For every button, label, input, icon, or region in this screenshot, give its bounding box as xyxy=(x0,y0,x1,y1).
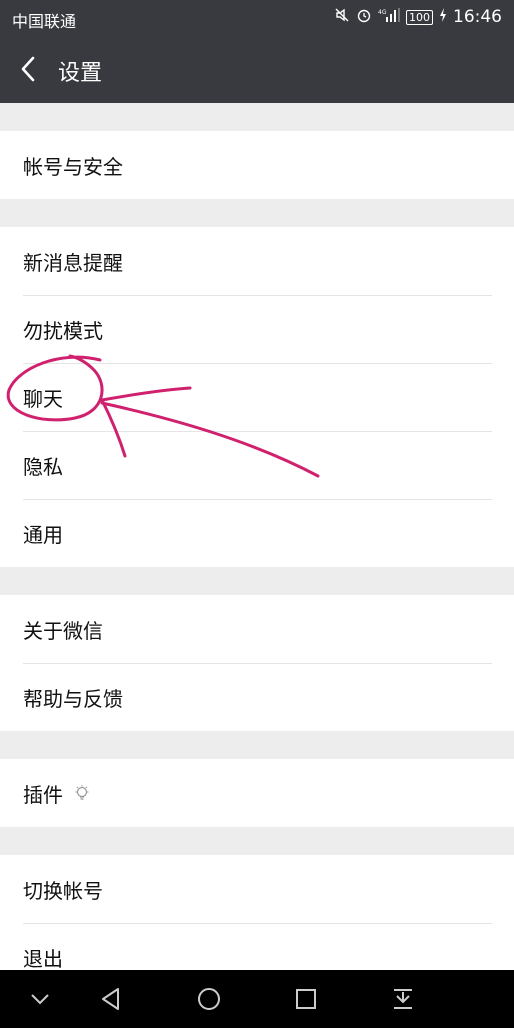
charging-icon xyxy=(439,8,447,26)
settings-group-account: 帐号与安全 xyxy=(0,131,514,199)
settings-item-label: 勿扰模式 xyxy=(23,318,103,343)
settings-group-about: 关于微信 帮助与反馈 xyxy=(0,595,514,731)
settings-item-label: 帮助与反馈 xyxy=(23,686,123,711)
carrier-label: 中国联通 xyxy=(12,12,77,31)
clock: 16:46 xyxy=(453,7,502,27)
settings-item-label: 退出 xyxy=(23,946,63,971)
group-gap xyxy=(0,827,514,855)
settings-item-chats[interactable]: 聊天 xyxy=(0,363,514,431)
settings-item-do-not-disturb[interactable]: 勿扰模式 xyxy=(0,295,514,363)
settings-item-account-security[interactable]: 帐号与安全 xyxy=(0,131,514,199)
settings-item-label: 新消息提醒 xyxy=(23,250,123,275)
home-circle-icon[interactable] xyxy=(194,984,224,1014)
status-icons: 4G 100 16:46 xyxy=(334,7,502,27)
notification-pull-icon[interactable] xyxy=(388,984,418,1014)
settings-group-plugins: 插件 xyxy=(0,759,514,827)
app-bar: 设置 xyxy=(0,36,514,103)
back-triangle-icon[interactable] xyxy=(96,984,126,1014)
group-gap xyxy=(0,199,514,227)
group-gap xyxy=(0,731,514,759)
settings-list: 帐号与安全 新消息提醒 勿扰模式 聊天 隐私 通用 关于微信 帮助与反馈 插件 … xyxy=(0,103,514,970)
page-title: 设置 xyxy=(58,61,103,86)
group-gap xyxy=(0,567,514,595)
settings-item-label: 聊天 xyxy=(23,386,63,411)
settings-item-about-wechat[interactable]: 关于微信 xyxy=(0,595,514,663)
chevron-down-icon[interactable] xyxy=(25,984,55,1014)
recents-square-icon[interactable] xyxy=(291,984,321,1014)
group-gap xyxy=(0,103,514,131)
signal-icon: 4G xyxy=(378,7,400,27)
settings-group-session: 切换帐号 退出 xyxy=(0,855,514,970)
settings-item-new-message-alerts[interactable]: 新消息提醒 xyxy=(0,227,514,295)
settings-item-label: 切换帐号 xyxy=(23,878,103,903)
settings-item-switch-account[interactable]: 切换帐号 xyxy=(0,855,514,923)
settings-item-log-out[interactable]: 退出 xyxy=(0,923,514,970)
mute-icon xyxy=(334,7,350,27)
settings-item-label: 关于微信 xyxy=(23,618,103,643)
svg-text:4G: 4G xyxy=(378,9,387,16)
settings-item-label: 隐私 xyxy=(23,454,63,479)
lightbulb-icon xyxy=(75,785,89,800)
settings-item-label: 帐号与安全 xyxy=(23,154,123,179)
status-bar: 中国联通 4G 100 16:46 xyxy=(0,0,514,36)
alarm-icon xyxy=(356,7,372,27)
system-nav-bar xyxy=(0,970,514,1028)
settings-item-privacy[interactable]: 隐私 xyxy=(0,431,514,499)
settings-item-label: 插件 xyxy=(23,782,63,807)
settings-item-general[interactable]: 通用 xyxy=(0,499,514,567)
battery-indicator: 100 xyxy=(406,9,433,25)
chevron-left-icon[interactable] xyxy=(14,54,44,84)
settings-item-plugins[interactable]: 插件 xyxy=(0,759,514,827)
settings-item-label: 通用 xyxy=(23,522,63,547)
settings-item-help-feedback[interactable]: 帮助与反馈 xyxy=(0,663,514,731)
settings-group-main: 新消息提醒 勿扰模式 聊天 隐私 通用 xyxy=(0,227,514,567)
